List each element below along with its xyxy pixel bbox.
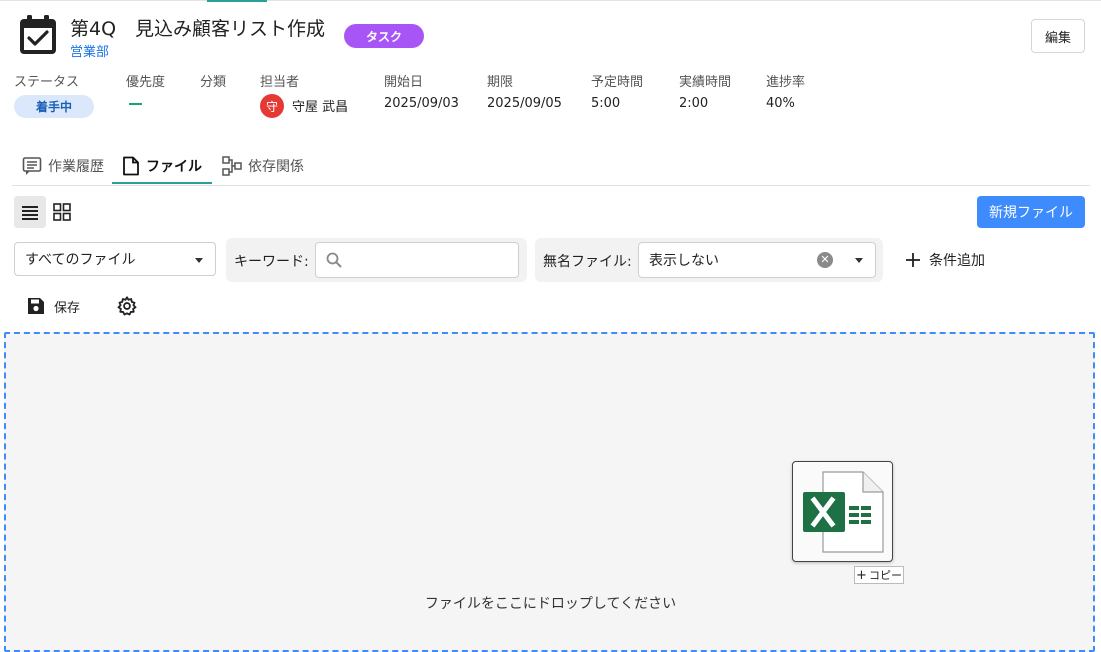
noname-select[interactable]: 表示しない ✕ — [638, 242, 876, 278]
task-title: 第4Q 見込み顧客リスト作成 — [70, 18, 326, 40]
tab-files[interactable]: ファイル — [122, 150, 202, 182]
file-filter-value: すべてのファイル — [25, 252, 136, 268]
status-label: ステータス — [14, 75, 80, 90]
calendar-check-icon — [20, 15, 56, 54]
planned-time-label: 予定時間 — [591, 75, 644, 90]
drop-zone-text: ファイルをここにドロップしてください — [424, 596, 677, 612]
chevron-down-icon — [195, 258, 203, 263]
list-view-button[interactable] — [14, 196, 46, 228]
add-condition-label: 条件追加 — [929, 253, 985, 269]
plus-icon: + — [856, 567, 867, 583]
add-condition-button[interactable]: 条件追加 — [905, 248, 985, 272]
grid-view-button[interactable] — [48, 196, 76, 228]
progress-value[interactable]: 40% — [766, 96, 795, 111]
dragged-file-preview — [792, 461, 893, 562]
message-icon — [22, 157, 42, 175]
priority-label: 優先度 — [126, 75, 166, 90]
due-date-label: 期限 — [487, 75, 514, 90]
due-date-value[interactable]: 2025/09/05 — [487, 96, 562, 111]
actual-time-value[interactable]: 2:00 — [679, 96, 708, 111]
keyword-input[interactable] — [315, 242, 519, 278]
copy-label: コピー — [868, 569, 902, 582]
list-icon — [22, 206, 38, 220]
save-icon — [28, 298, 44, 314]
tab-divider — [12, 185, 1090, 186]
plus-icon — [906, 253, 920, 267]
dependency-icon — [222, 156, 242, 176]
noname-label: 無名ファイル: — [543, 254, 632, 270]
chevron-down-icon — [855, 258, 863, 263]
assignee-label: 担当者 — [260, 75, 300, 90]
new-file-button[interactable]: 新規ファイル — [977, 196, 1085, 228]
top-accent-bar — [207, 0, 267, 2]
active-tab-indicator — [112, 182, 212, 184]
noname-value: 表示しない — [649, 253, 719, 269]
save-button[interactable]: 保存 — [26, 293, 80, 319]
tab-dependencies[interactable]: 依存関係 — [222, 150, 304, 182]
status-badge[interactable]: 着手中 — [14, 95, 94, 118]
file-filter-select[interactable]: すべてのファイル — [14, 242, 216, 276]
grid-icon — [53, 203, 71, 221]
edit-button[interactable]: 編集 — [1031, 19, 1085, 53]
tab-label: ファイル — [146, 159, 202, 175]
copy-indicator: + コピー — [854, 566, 904, 584]
actual-time-label: 実績時間 — [679, 75, 732, 90]
file-icon — [123, 156, 139, 176]
avatar: 守 — [260, 94, 284, 118]
start-date-value[interactable]: 2025/09/03 — [384, 96, 459, 111]
excel-file-icon — [803, 471, 884, 553]
tab-history[interactable]: 作業履歴 — [22, 150, 104, 182]
start-date-label: 開始日 — [384, 75, 424, 90]
save-label: 保存 — [54, 300, 81, 316]
priority-value-dash[interactable] — [129, 103, 142, 105]
tab-label: 作業履歴 — [48, 159, 104, 175]
category-label: 分類 — [200, 75, 227, 90]
department-link[interactable]: 営業部 — [70, 41, 109, 60]
keyword-label: キーワード: — [234, 254, 309, 270]
planned-time-value[interactable]: 5:00 — [591, 96, 620, 111]
gear-icon[interactable] — [116, 295, 138, 317]
progress-label: 進捗率 — [766, 75, 806, 90]
assignee-name[interactable]: 守屋 武昌 — [292, 96, 348, 115]
search-icon — [326, 252, 342, 268]
task-type-badge: タスク — [344, 24, 424, 48]
top-border — [0, 0, 1101, 1]
clear-icon[interactable]: ✕ — [817, 252, 833, 268]
tab-label: 依存関係 — [248, 159, 304, 175]
